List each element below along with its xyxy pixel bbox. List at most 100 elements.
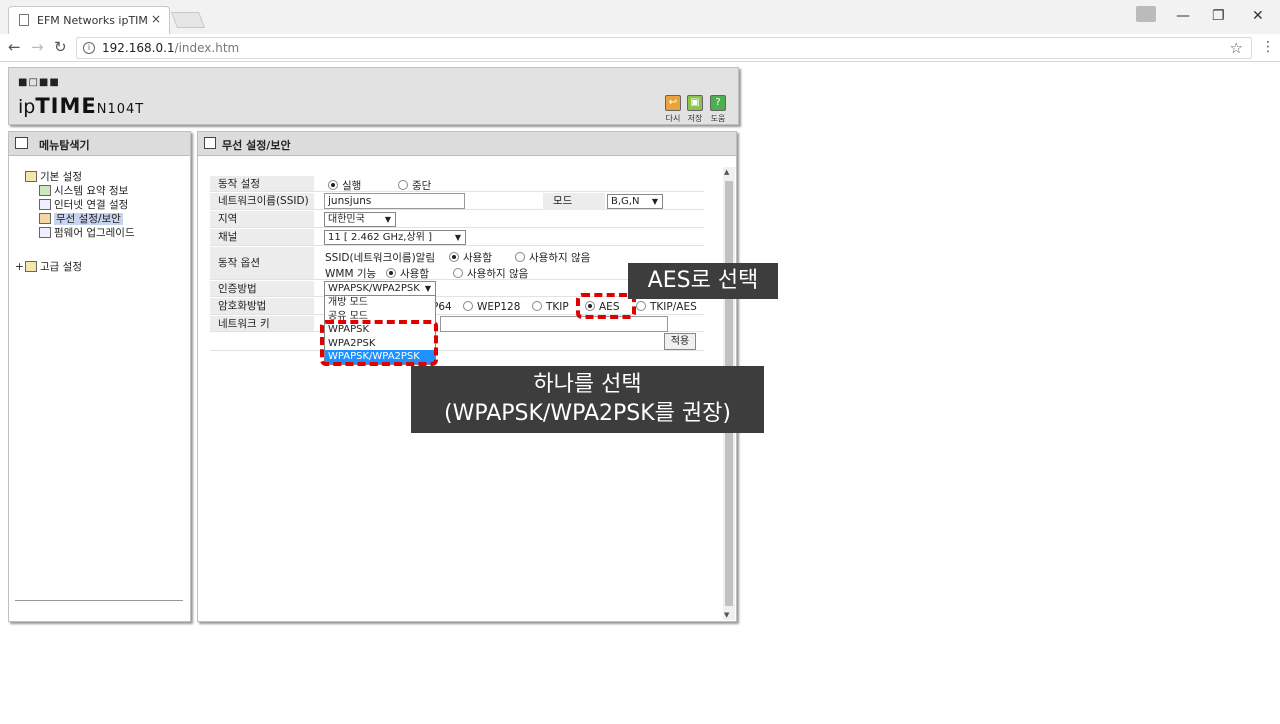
- label-network-key: 네트워크 키: [210, 316, 314, 331]
- logo-prefix: ip: [18, 96, 36, 118]
- expand-icon[interactable]: +: [15, 260, 25, 274]
- refresh-button[interactable]: ↩ 다시: [664, 95, 682, 124]
- tree-label: 고급 설정: [40, 261, 82, 273]
- aes-callout: AES로 선택: [628, 263, 778, 299]
- mode-value: B,G,N: [611, 196, 640, 207]
- address-bar: ← → ↻ i 192.168.0.1/index.htm ☆ ⋮: [0, 34, 1280, 62]
- save-icon: ▣: [687, 95, 703, 111]
- folder-plus-icon: [25, 261, 37, 272]
- menu-explorer-header: 메뉴탐색기: [9, 132, 190, 156]
- refresh-label: 다시: [665, 114, 681, 123]
- tree-label: 기본 설정: [40, 171, 82, 183]
- upgrade-icon: [39, 227, 51, 238]
- site-info-icon[interactable]: i: [83, 42, 95, 54]
- radio-stop[interactable]: [398, 180, 408, 190]
- window-icon: [204, 137, 216, 149]
- tree-item-firmware-upgrade[interactable]: 펌웨어 업그레이드: [39, 226, 135, 240]
- channel-select[interactable]: 11 [ 2.462 GHz,상위 ] ▼: [324, 230, 466, 245]
- browser-menu-icon[interactable]: ⋮: [1261, 39, 1275, 55]
- label-region: 지역: [210, 211, 314, 227]
- tree-label: 인터넷 연결 설정: [54, 199, 129, 211]
- scroll-up-icon[interactable]: ▲: [724, 168, 729, 176]
- label-mode: 모드: [543, 193, 605, 210]
- computer-icon: [39, 199, 51, 210]
- apply-button[interactable]: 적용: [664, 333, 696, 350]
- tree-item-wireless-security[interactable]: 무선 설정/보안: [39, 212, 135, 226]
- tree-label: 무선 설정/보안: [54, 213, 123, 225]
- tree-basic-settings[interactable]: 기본 설정: [25, 170, 135, 184]
- choose-callout-line1: 하나를 선택: [533, 372, 642, 397]
- choose-callout-line2: (WPAPSK/WPA2PSK를 권장): [444, 401, 731, 426]
- wireless-icon: [39, 213, 51, 224]
- tab-close-icon[interactable]: ×: [151, 12, 161, 26]
- divider: [15, 600, 183, 601]
- folder-gear-icon: [25, 171, 37, 182]
- tree-advanced-settings[interactable]: + 고급 설정: [15, 260, 135, 274]
- tree-item-system-summary[interactable]: 시스템 요약 정보: [39, 184, 135, 198]
- page-favicon-icon: [19, 14, 29, 26]
- row-region: 지역 대한민국 ▼: [210, 211, 704, 228]
- ssid-notice-text: SSID(네트워크이름)알림: [325, 252, 435, 264]
- logo-model: N104T: [96, 102, 145, 117]
- radio-wmm-not-use[interactable]: [453, 268, 463, 278]
- ssid-use-text: 사용함: [463, 252, 492, 264]
- radio-wmm-use[interactable]: [386, 268, 396, 278]
- router-header: ■□■■ ipTIMEN104T ↩ 다시 ▣ 저장 ? 도움: [8, 67, 739, 125]
- row-operation: 동작 설정 실행 중단: [210, 176, 704, 192]
- minimize-icon[interactable]: —: [1176, 8, 1190, 24]
- ssid-not-use-text: 사용하지 않음: [529, 252, 591, 264]
- radio-run[interactable]: [328, 180, 338, 190]
- tkip-text: TKIP: [546, 301, 569, 313]
- help-button[interactable]: ? 도움: [709, 95, 727, 124]
- logo-mark-icon: ■□■■: [18, 77, 60, 88]
- region-value: 대한민국: [328, 214, 365, 225]
- radio-tkip[interactable]: [532, 301, 542, 311]
- tab-title: EFM Networks ipTIME N104T: [37, 14, 149, 27]
- auth-options-highlight-box: [320, 320, 438, 366]
- save-button[interactable]: ▣ 저장: [686, 95, 704, 124]
- save-label: 저장: [687, 114, 703, 123]
- radio-tkip-aes[interactable]: [636, 301, 646, 311]
- tree-item-internet-setup[interactable]: 인터넷 연결 설정: [39, 198, 135, 212]
- region-select[interactable]: 대한민국 ▼: [324, 212, 396, 227]
- tree-label: 시스템 요약 정보: [54, 185, 129, 197]
- row-channel: 채널 11 [ 2.462 GHz,상위 ] ▼: [210, 229, 704, 246]
- radio-ssid-not-use[interactable]: [515, 252, 525, 262]
- label-encryption: 암호화방법: [210, 298, 314, 314]
- tkip-aes-text: TKIP/AES: [650, 301, 697, 313]
- window-close-icon[interactable]: ✕: [1252, 8, 1264, 24]
- help-label: 도움: [710, 114, 726, 123]
- reload-icon[interactable]: ↻: [54, 38, 67, 56]
- aes-highlight-box: [576, 293, 636, 319]
- label-options: 동작 옵션: [210, 247, 314, 279]
- label-ssid: 네트워크이름(SSID): [210, 193, 314, 209]
- back-icon[interactable]: ←: [8, 38, 21, 56]
- url-field[interactable]: i 192.168.0.1/index.htm ☆: [76, 37, 1252, 59]
- mode-select[interactable]: B,G,N ▼: [607, 194, 663, 209]
- wmm-text: WMM 기능: [325, 268, 377, 280]
- label-auth: 인증방법: [210, 281, 314, 296]
- ssid-input[interactable]: junsjuns: [324, 193, 465, 209]
- bookmark-star-icon[interactable]: ☆: [1230, 39, 1243, 57]
- help-icon: ?: [710, 95, 726, 111]
- url-path: /index.htm: [174, 41, 240, 55]
- scroll-down-icon[interactable]: ▼: [724, 611, 729, 619]
- radio-ssid-use[interactable]: [449, 252, 459, 262]
- forward-icon[interactable]: →: [31, 38, 44, 56]
- profile-icon[interactable]: [1136, 6, 1156, 22]
- menu-tree: 기본 설정 시스템 요약 정보 인터넷 연결 설정 무선 설정/보안 펌웨어 업…: [15, 170, 135, 274]
- row-ssid: 네트워크이름(SSID) junsjuns 모드 B,G,N ▼: [210, 193, 704, 210]
- restore-icon[interactable]: ❐: [1212, 8, 1225, 24]
- network-key-input[interactable]: [440, 316, 668, 332]
- channel-value: 11 [ 2.462 GHz,상위 ]: [328, 232, 432, 243]
- browser-tab[interactable]: EFM Networks ipTIME N104T ×: [8, 6, 170, 34]
- new-tab-button[interactable]: [171, 12, 205, 28]
- dropdown-option[interactable]: 개방 모드: [325, 296, 435, 310]
- auth-select[interactable]: WPAPSK/WPA2PSK ▼: [324, 281, 436, 296]
- wep128-text: WEP128: [477, 301, 521, 313]
- radio-wep128[interactable]: [463, 301, 473, 311]
- stop-text: 중단: [412, 180, 432, 192]
- auth-value: WPAPSK/WPA2PSK: [328, 283, 420, 294]
- label-channel: 채널: [210, 229, 314, 245]
- wireless-settings-header: 무선 설정/보안: [198, 132, 736, 156]
